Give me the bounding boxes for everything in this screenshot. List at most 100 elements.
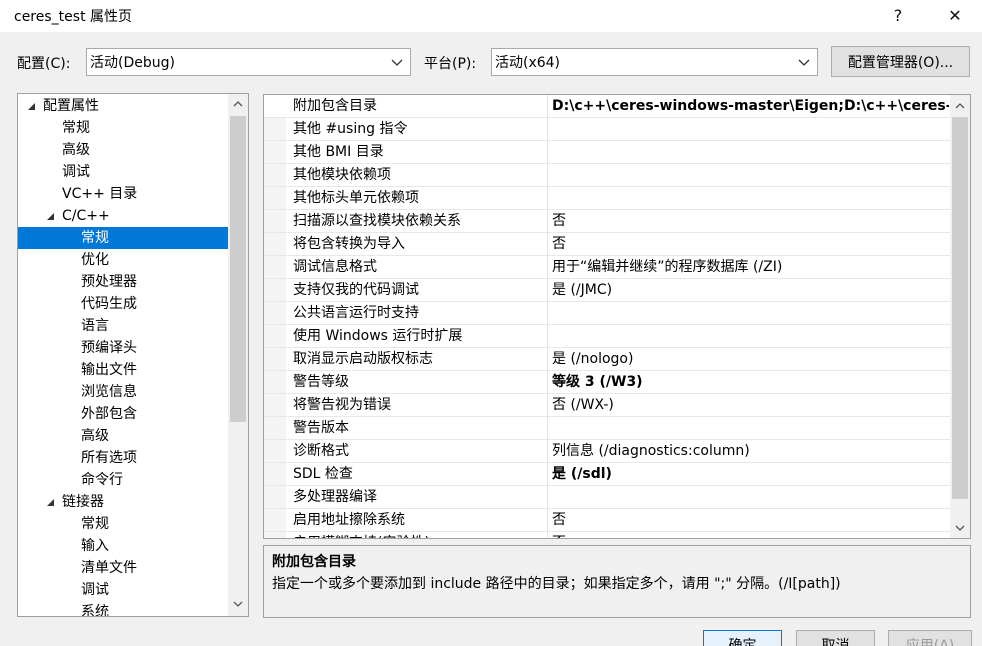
- tree-item[interactable]: 预编译头: [81, 337, 137, 359]
- column-divider: [547, 371, 548, 394]
- platform-dropdown[interactable]: 活动(x64): [491, 48, 818, 76]
- cancel-button[interactable]: 取消: [796, 630, 875, 646]
- property-value[interactable]: 用于“编辑并继续”的程序数据库 (/ZI): [551, 256, 949, 278]
- tree-item[interactable]: 系统: [81, 601, 109, 616]
- tree-item[interactable]: 输入: [81, 535, 109, 557]
- property-row[interactable]: 将包含转换为导入 否: [264, 233, 950, 256]
- tree-expander-icon[interactable]: [46, 205, 56, 227]
- property-row[interactable]: 其他 #using 指令: [264, 118, 950, 141]
- grid-scrollbar[interactable]: [950, 95, 970, 538]
- tree-item[interactable]: 外部包含: [81, 403, 137, 425]
- chevron-down-icon: [391, 59, 403, 66]
- tree-scroll-thumb[interactable]: [230, 116, 246, 422]
- property-value[interactable]: [551, 325, 949, 347]
- property-row[interactable]: 将警告视为错误 否 (/WX-): [264, 394, 950, 417]
- chevron-down-icon[interactable]: [954, 522, 966, 534]
- tree-item[interactable]: 代码生成: [81, 293, 137, 315]
- tree-item[interactable]: 调试: [81, 579, 109, 601]
- tree-expander-icon[interactable]: [27, 95, 37, 117]
- property-value[interactable]: [551, 164, 949, 186]
- property-row[interactable]: 公共语言运行时支持: [264, 302, 950, 325]
- chevron-up-icon[interactable]: [954, 100, 966, 112]
- property-name: 警告版本: [293, 420, 349, 436]
- config-dropdown[interactable]: 活动(Debug): [86, 48, 411, 76]
- property-name: 其他 BMI 目录: [293, 144, 384, 160]
- chevron-up-icon[interactable]: [232, 98, 244, 110]
- property-value[interactable]: [551, 187, 949, 209]
- property-value[interactable]: [551, 141, 949, 163]
- property-row[interactable]: 启用模糊支持(实验性)否: [264, 532, 950, 538]
- tree-item[interactable]: 高级: [81, 425, 109, 447]
- property-value[interactable]: [551, 302, 949, 324]
- property-value[interactable]: [551, 118, 949, 140]
- tree-item[interactable]: 调试: [62, 161, 90, 183]
- tree-item[interactable]: 清单文件: [81, 557, 137, 579]
- property-value[interactable]: 是 (/sdl): [551, 463, 949, 485]
- property-row[interactable]: 其他模块依赖项: [264, 164, 950, 187]
- title-bar: ceres_test 属性页 ? ✕: [0, 0, 982, 32]
- tree-item[interactable]: 高级: [62, 139, 90, 161]
- tree-expander-icon[interactable]: [46, 491, 56, 513]
- property-row[interactable]: 警告版本: [264, 417, 950, 440]
- tree-item[interactable]: C/C++: [62, 205, 110, 227]
- property-value[interactable]: [551, 417, 949, 439]
- ok-button[interactable]: 确定: [703, 630, 782, 646]
- tree-item[interactable]: 输出文件: [81, 359, 137, 381]
- property-value[interactable]: [551, 486, 949, 508]
- property-value[interactable]: 是 (/JMC): [551, 279, 949, 301]
- description-title: 附加包含目录: [272, 554, 356, 570]
- tree-item[interactable]: VC++ 目录: [62, 183, 137, 205]
- property-value[interactable]: 否: [551, 509, 949, 531]
- property-row[interactable]: SDL 检查 是 (/sdl): [264, 463, 950, 486]
- property-value[interactable]: 否: [551, 233, 949, 255]
- tree-item[interactable]: 命令行: [81, 469, 123, 491]
- property-row[interactable]: 取消显示启动版权标志 是 (/nologo): [264, 348, 950, 371]
- column-divider: [547, 325, 548, 348]
- property-value[interactable]: 是 (/nologo): [551, 348, 949, 370]
- tree-item[interactable]: 预处理器: [81, 271, 137, 293]
- close-button[interactable]: ✕: [935, 0, 975, 30]
- description-text: 指定一个或多个要添加到 include 路径中的目录；如果指定多个，请用 ";"…: [272, 576, 841, 592]
- property-row[interactable]: 其他标头单元依赖项: [264, 187, 950, 210]
- property-row[interactable]: 扫描源以查找模块依赖关系 否: [264, 210, 950, 233]
- chevron-down-icon: [798, 59, 810, 66]
- apply-button[interactable]: 应用(A): [888, 630, 972, 646]
- column-divider: [547, 141, 548, 164]
- property-row[interactable]: 多处理器编译: [264, 486, 950, 509]
- property-name: 调试信息格式: [293, 259, 377, 275]
- tree-item[interactable]: 常规: [18, 227, 228, 249]
- property-row[interactable]: 诊断格式 列信息 (/diagnostics:column): [264, 440, 950, 463]
- property-value[interactable]: 否 (/WX-): [551, 394, 949, 416]
- property-name: 使用 Windows 运行时扩展: [293, 328, 463, 344]
- property-grid: 附加包含目录 D:\c++\ceres-windows-master\Eigen;…: [263, 94, 971, 539]
- property-value[interactable]: 否: [551, 210, 949, 232]
- tree-item[interactable]: 所有选项: [81, 447, 137, 469]
- property-value[interactable]: 列信息 (/diagnostics:column): [551, 440, 949, 462]
- property-row[interactable]: 使用 Windows 运行时扩展: [264, 325, 950, 348]
- property-row[interactable]: 启用地址擦除系统 否: [264, 509, 950, 532]
- tree-item[interactable]: 常规: [81, 513, 109, 535]
- property-row[interactable]: 调试信息格式 用于“编辑并继续”的程序数据库 (/ZI): [264, 256, 950, 279]
- help-button[interactable]: ?: [878, 0, 918, 30]
- tree-scrollbar[interactable]: [228, 94, 248, 616]
- property-name: 将警告视为错误: [293, 397, 391, 413]
- tree-item[interactable]: 常规: [62, 117, 90, 139]
- property-value[interactable]: 否: [551, 532, 949, 538]
- property-row[interactable]: 支持仅我的代码调试 是 (/JMC): [264, 279, 950, 302]
- property-row[interactable]: 附加包含目录 D:\c++\ceres-windows-master\Eigen;…: [264, 95, 950, 118]
- category-tree: 配置属性 常规 高级 调试 VC++ 目录 C/C++ 常规 优化 预处理器 代码生成 语言 预编译头…: [17, 93, 249, 617]
- grid-scroll-thumb[interactable]: [952, 117, 968, 499]
- config-manager-button[interactable]: 配置管理器(O)...: [831, 46, 970, 77]
- tree-item[interactable]: 链接器: [62, 491, 104, 513]
- tree-item[interactable]: 优化: [81, 249, 109, 271]
- chevron-down-icon[interactable]: [232, 598, 244, 610]
- property-row[interactable]: 警告等级 等级 3 (/W3): [264, 371, 950, 394]
- property-row[interactable]: 其他 BMI 目录: [264, 141, 950, 164]
- tree-item[interactable]: 配置属性: [43, 95, 99, 117]
- tree-item[interactable]: 浏览信息: [81, 381, 137, 403]
- tree-item[interactable]: 语言: [81, 315, 109, 337]
- window-title: ceres_test 属性页: [14, 9, 133, 25]
- property-value[interactable]: D:\c++\ceres-windows-master\Eigen;D:\c++…: [551, 95, 949, 117]
- column-divider: [547, 256, 548, 279]
- property-value[interactable]: 等级 3 (/W3): [551, 371, 949, 393]
